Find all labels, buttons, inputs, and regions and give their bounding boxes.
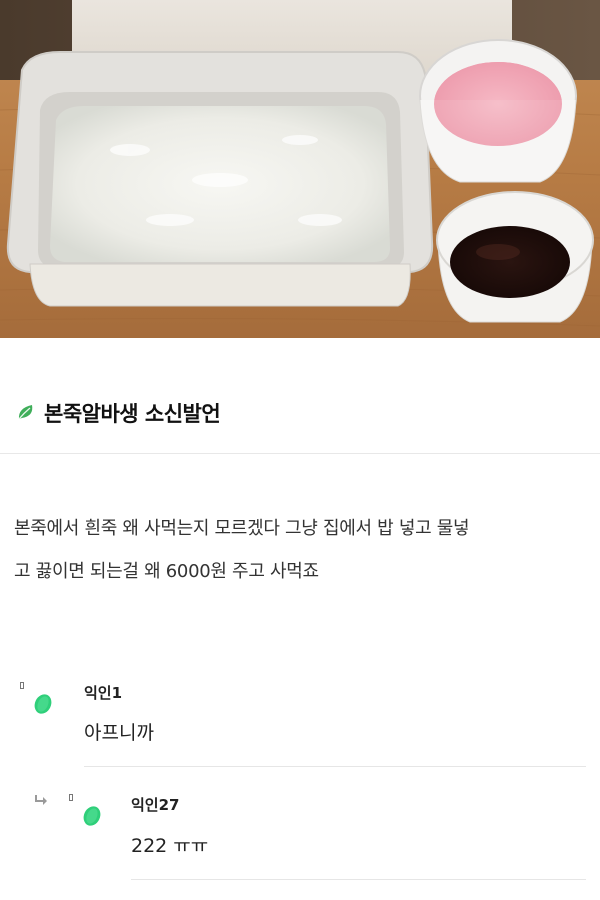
missing-glyph-icon xyxy=(69,794,73,801)
avatar-icon[interactable] xyxy=(33,694,53,714)
comment-divider xyxy=(84,766,586,767)
post-body: 본죽에서 흰죽 왜 사먹는지 모르겠다 그냥 집에서 밥 넣고 물넣 고 끓이면… xyxy=(14,507,586,593)
comment-item: 익인1 아프니까 xyxy=(0,672,600,768)
comment-item-reply: 익인27 222 ㅠㅠ xyxy=(0,786,600,882)
post-header: 본죽알바생 소신발언 xyxy=(0,338,600,454)
comment-text: 222 ㅠㅠ xyxy=(131,835,209,857)
reply-arrow-icon xyxy=(35,795,47,805)
comment-divider xyxy=(131,879,586,880)
missing-glyph-icon xyxy=(20,682,24,689)
comment-author[interactable]: 익인27 xyxy=(131,794,179,815)
porridge-photo-image xyxy=(0,0,600,338)
post-title: 본죽알바생 소신발언 xyxy=(44,402,221,426)
post-body-line: 본죽에서 흰죽 왜 사먹는지 모르겠다 그냥 집에서 밥 넣고 물넣 xyxy=(14,518,470,539)
comment-author[interactable]: 익인1 xyxy=(84,682,122,703)
avatar-icon[interactable] xyxy=(82,806,102,826)
post-body-line: 고 끓이면 되는걸 왜 6000원 주고 사먹죠 xyxy=(14,561,319,582)
post-photo xyxy=(0,0,600,338)
comment-text: 아프니까 xyxy=(84,722,154,744)
leaf-icon xyxy=(18,405,33,420)
